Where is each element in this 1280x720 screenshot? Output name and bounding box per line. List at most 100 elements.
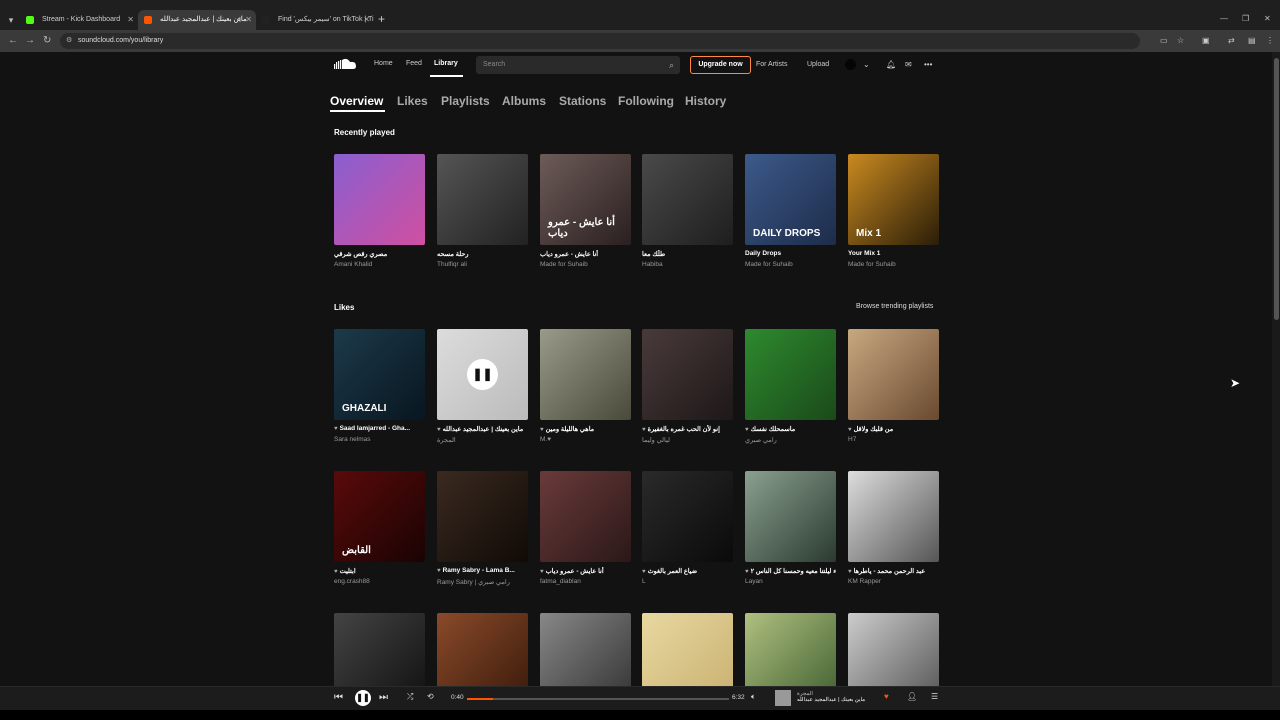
cover-artwork[interactable] [642,613,733,686]
card-subtitle[interactable]: M.♥ [540,436,631,445]
card-title[interactable]: رحلة مسحه [437,251,469,258]
card-title-row[interactable]: ♥ من قلبك ولاقل [848,425,939,434]
track-card[interactable]: GHAZALI ♥ Saad lamjarred - Gha... Sara nelm… [334,329,425,445]
like-heart-icon[interactable]: ♥ [884,692,889,701]
cover-artwork[interactable] [540,471,631,562]
track-card[interactable]: ♥ Ramy Sabry - Lama B... Ramy Sabry | رامي… [437,471,528,587]
card-title[interactable]: Daily Drops [745,250,781,257]
cover-artwork[interactable] [642,154,733,245]
tab-overview[interactable]: Overview [330,94,383,108]
tab-albums[interactable]: Albums [502,94,546,108]
card-title-row[interactable]: ♥ ماين بعينك | عبدالمجيد عبدالله [437,425,528,434]
track-card[interactable] [540,613,631,686]
card-subtitle[interactable]: Sara nelmas [334,436,425,445]
volume-icon[interactable]: 🔈︎ [751,692,756,702]
tab-playlists[interactable]: Playlists [441,94,490,108]
card-subtitle[interactable]: Made for Suhaib [745,261,836,270]
pause-button[interactable]: ❚❚ [355,690,371,706]
card-subtitle[interactable]: eng.crash88 [334,578,425,587]
track-card[interactable]: ♥ ماسمحلك نفسك رامي صبري [745,329,836,445]
nav-feed[interactable]: Feed [406,60,422,67]
tab-search-icon[interactable]: ▾ [4,13,18,27]
site-info-icon[interactable]: ⚙ [66,37,74,45]
scroll-thumb[interactable] [1274,58,1279,320]
card-title-row[interactable]: طلّك معا [642,250,733,259]
cover-artwork[interactable]: القابض [334,471,425,562]
card-title[interactable]: ماسمحلك نفسك [751,426,796,433]
card-subtitle[interactable]: Layan [745,578,836,587]
cover-artwork[interactable] [848,613,939,686]
now-playing-meta[interactable]: المجرة ماين بعينك | عبدالمجيد عبدالله [797,691,865,703]
back-icon[interactable]: ← [8,35,18,46]
track-card[interactable]: ♥ عبد الرحمن محمد - ياطرها KM Rapper [848,471,939,587]
track-card[interactable]: ♥ إنو لأن الحب غمره بالغفيرة ليالي وليما [642,329,733,445]
track-card[interactable]: ❚❚ ♥ ماين بعينك | عبدالمجيد عبدالله المجرة [437,329,528,445]
translate-icon[interactable]: ⇄ [1228,36,1235,45]
cast-icon[interactable]: ▭ [1160,36,1168,45]
track-card[interactable]: Mix 1 Your Mix 1 Made for Suhaib [848,154,939,270]
card-title-row[interactable]: ♥ ضياع العمر بالغوث [642,567,733,576]
browser-tab[interactable]: Find 'سيمر بيكس' on TikTok | Ti ✕ [256,10,374,30]
track-card[interactable]: DAILY DROPS Daily Drops Made for Suhaib [745,154,836,270]
card-title[interactable]: لو لقاء ليلتنا معيه وحمسنا كل الناس ٢ [751,568,836,575]
bookmark-star-icon[interactable]: ☆ [1177,36,1184,45]
card-title-row[interactable]: ♥ إنو لأن الحب غمره بالغفيرة [642,425,733,434]
browser-tab[interactable]: Stream - Kick Dashboard ✕ [20,10,138,30]
track-card[interactable] [848,613,939,686]
card-subtitle[interactable]: المجرة [437,436,528,445]
close-window-icon[interactable]: ✕ [1264,14,1271,23]
card-title[interactable]: من قلبك ولاقل [854,426,894,433]
cover-artwork[interactable] [642,471,733,562]
search-input[interactable]: Search ⌕ [476,56,680,74]
track-card[interactable] [745,613,836,686]
cover-artwork[interactable] [745,329,836,420]
card-title-row[interactable]: أنا عايش - عمرو دياب [540,250,631,259]
track-card[interactable] [334,613,425,686]
card-title[interactable]: ماين بعينك | عبدالمجيد عبدالله [443,426,524,433]
nav-home[interactable]: Home [374,60,393,67]
card-subtitle[interactable]: Habiba [642,261,733,270]
page-scrollbar[interactable] [1272,52,1280,686]
cover-artwork[interactable] [848,329,939,420]
card-title-row[interactable]: Daily Drops [745,250,836,259]
now-playing-artwork[interactable] [775,690,791,706]
cover-artwork[interactable]: DAILY DROPS [745,154,836,245]
cover-artwork[interactable] [642,329,733,420]
follow-user-icon[interactable]: 👤︎ [907,692,917,701]
avatar[interactable] [845,59,856,70]
chevron-down-icon[interactable]: ⌄ [863,60,870,69]
cover-artwork[interactable] [334,613,425,686]
browse-trending-link[interactable]: Browse trending playlists [856,303,933,310]
close-tab-icon[interactable]: ✕ [127,10,134,30]
cover-artwork[interactable]: GHAZALI [334,329,425,420]
cover-artwork[interactable] [437,154,528,245]
reload-icon[interactable]: ↻ [43,35,51,46]
progress-bar[interactable] [467,698,729,700]
card-title[interactable]: عبد الرحمن محمد - ياطرها [854,568,926,575]
card-subtitle[interactable]: Amani Khalid [334,261,425,270]
for-artists-link[interactable]: For Artists [756,61,788,68]
card-subtitle[interactable]: رامي صبري [745,436,836,445]
tab-history[interactable]: History [685,94,726,108]
card-title-row[interactable]: ♥ ابتليت [334,567,425,576]
track-card[interactable]: ♥ من قلبك ولاقل H7 [848,329,939,445]
pause-icon[interactable]: ❚❚ [467,359,498,390]
mail-icon[interactable]: ✉ [905,60,912,69]
card-title[interactable]: إنو لأن الحب غمره بالغفيرة [648,426,720,433]
cover-artwork[interactable] [540,329,631,420]
card-title-row[interactable]: ♥ Ramy Sabry - Lama B... [437,567,528,576]
address-bar[interactable]: ⚙ soundcloud.com/you/library [60,33,1140,49]
card-title[interactable]: طلّك معا [642,251,665,258]
card-subtitle[interactable]: L [642,578,733,587]
track-card[interactable]: ♥ ماهي هالليلة ومين M.♥ [540,329,631,445]
card-title-row[interactable]: ♥لو لقاء ليلتنا معيه وحمسنا كل الناس ٢ [745,567,836,576]
cover-artwork[interactable] [540,613,631,686]
upgrade-button[interactable]: Upgrade now [690,56,751,74]
card-subtitle[interactable]: KM Rapper [848,578,939,587]
card-title-row[interactable]: ♥ ماهي هالليلة ومين [540,425,631,434]
cover-artwork[interactable]: Mix 1 [848,154,939,245]
card-subtitle[interactable]: Thulfiqr ali [437,261,528,270]
track-card[interactable]: ♥ ضياع العمر بالغوث L [642,471,733,587]
card-title[interactable]: Saad lamjarred - Gha... [340,425,410,432]
cover-artwork[interactable] [745,471,836,562]
